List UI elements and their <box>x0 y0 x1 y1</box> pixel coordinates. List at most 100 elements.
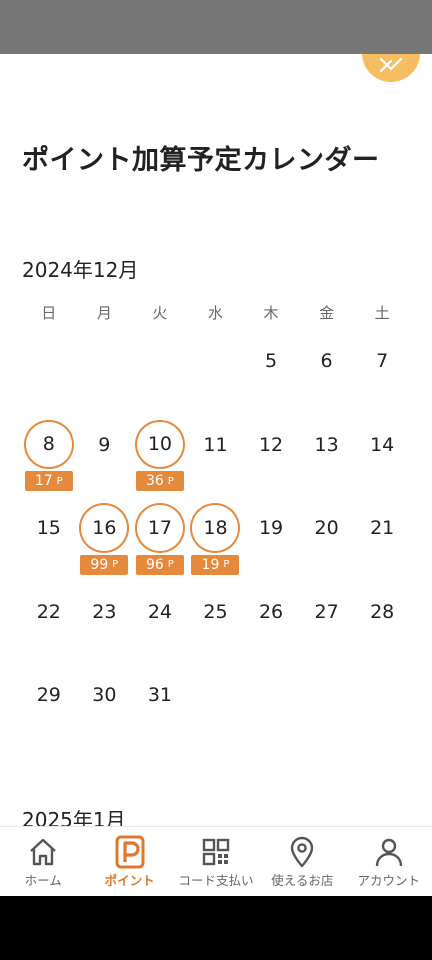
day-cell[interactable]: 13 <box>299 408 355 492</box>
day-cell[interactable]: 21 <box>354 491 410 575</box>
day-cell[interactable]: 20 <box>299 491 355 575</box>
day-number: 24 <box>147 600 172 623</box>
close-icon <box>379 58 403 72</box>
day-cell[interactable]: 17 96 P <box>132 491 188 575</box>
day-cell[interactable]: 25 <box>188 575 244 659</box>
day-cell[interactable]: 9 <box>77 408 133 492</box>
day-number: 8 <box>23 419 74 470</box>
day-number: 31 <box>147 684 172 707</box>
nav-item-qr-code[interactable]: コード支払い <box>173 827 259 896</box>
weekday-label: 水 <box>207 304 223 322</box>
day-cell[interactable]: 10 36 P <box>132 408 188 492</box>
points-value: 17 <box>34 473 53 490</box>
day-cell[interactable]: 15 <box>21 491 77 575</box>
system-navigation-bar <box>0 896 432 960</box>
day-number: 10 <box>134 419 185 470</box>
empty-day-cell <box>77 324 133 408</box>
day-number: 12 <box>258 433 284 456</box>
weekday-label: 火 <box>152 304 168 322</box>
day-number: 22 <box>36 600 61 623</box>
day-number: 18 <box>190 503 241 553</box>
day-cell[interactable]: 18 19 P <box>188 491 244 575</box>
status-bar <box>0 0 432 54</box>
day-cell[interactable]: 5 <box>243 324 299 408</box>
points-unit: P <box>167 559 174 571</box>
day-cell[interactable]: 29 <box>21 658 77 742</box>
bottom-navigation: ホーム ポイント コード支払い 使えるお店 アカウント <box>0 826 432 896</box>
day-cell[interactable]: 7 <box>354 324 410 408</box>
day-cell[interactable]: 16 99 P <box>77 491 133 575</box>
day-number: 26 <box>258 600 284 623</box>
points-value: 36 <box>145 473 164 490</box>
nav-item-label: コード支払い <box>178 873 254 888</box>
points-value: 99 <box>90 556 109 573</box>
qr-code-icon <box>202 838 230 866</box>
day-cell[interactable]: 31 <box>132 658 188 742</box>
month-title-next: 2025年1月 <box>22 808 126 826</box>
day-cell[interactable]: 28 <box>354 575 410 659</box>
points-unit: P <box>167 475 174 487</box>
nav-item-point[interactable]: ポイント <box>86 827 172 896</box>
nav-item-label: ポイント <box>104 873 155 888</box>
day-number: 14 <box>370 433 395 456</box>
points-unit: P <box>112 559 119 571</box>
day-cell[interactable]: 24 <box>132 575 188 659</box>
day-number: 17 <box>134 503 185 553</box>
day-cell[interactable]: 8 17 P <box>21 408 77 492</box>
day-number: 16 <box>79 503 130 553</box>
empty-day-cell <box>188 324 244 408</box>
day-number: 5 <box>264 350 278 372</box>
day-number: 7 <box>376 350 389 372</box>
calendar-sheet: ポイント加算予定カレンダー 2024年12月 日月火水木金土 5 6 7 8 17 P 9 1… <box>0 54 432 826</box>
day-number: 30 <box>92 684 117 707</box>
day-number: 25 <box>203 600 228 623</box>
account-icon <box>375 838 402 867</box>
weekday-label: 金 <box>319 304 335 322</box>
day-number: 6 <box>320 350 333 372</box>
page-title: ポイント加算予定カレンダー <box>22 145 380 176</box>
nav-item-location-pin[interactable]: 使えるお店 <box>259 827 345 896</box>
day-number: 15 <box>36 517 61 540</box>
points-badge: 96 P <box>135 554 184 575</box>
points-badge: 99 P <box>80 554 129 575</box>
weekday-label: 日 <box>41 304 57 322</box>
calendar-grid: 5 6 7 8 17 P 9 10 36 P 11 12 13 14 15 16 99 P 17 96 P 18 19 P 19… <box>21 324 410 742</box>
points-value: 96 <box>145 556 164 573</box>
home-icon <box>30 838 56 866</box>
day-number: 28 <box>370 600 395 623</box>
day-cell[interactable]: 12 <box>243 408 299 492</box>
point-icon <box>115 835 145 869</box>
day-number: 23 <box>92 600 117 623</box>
weekday-label: 土 <box>374 304 390 322</box>
location-pin-icon <box>291 836 314 868</box>
day-number: 13 <box>314 433 339 456</box>
empty-day-cell <box>21 324 77 408</box>
points-unit: P <box>56 475 63 487</box>
day-cell[interactable]: 27 <box>299 575 355 659</box>
month-title: 2024年12月 <box>22 258 139 282</box>
day-number: 27 <box>314 600 339 623</box>
day-cell[interactable]: 19 <box>243 491 299 575</box>
day-number: 21 <box>370 517 395 540</box>
points-badge: 19 P <box>191 554 240 575</box>
nav-item-home[interactable]: ホーム <box>0 827 86 896</box>
nav-item-account[interactable]: アカウント <box>346 827 432 896</box>
nav-item-label: アカウント <box>357 873 421 888</box>
points-value: 19 <box>201 556 220 573</box>
day-cell[interactable]: 30 <box>77 658 133 742</box>
day-cell[interactable]: 23 <box>77 575 133 659</box>
day-cell[interactable]: 22 <box>21 575 77 659</box>
day-cell[interactable]: 11 <box>188 408 244 492</box>
day-cell[interactable]: 6 <box>299 324 355 408</box>
close-button[interactable] <box>362 54 420 82</box>
day-cell[interactable]: 14 <box>354 408 410 492</box>
empty-day-cell <box>132 324 188 408</box>
weekday-label: 月 <box>96 304 112 322</box>
day-number: 9 <box>98 433 111 456</box>
nav-item-label: ホーム <box>24 873 62 888</box>
nav-item-label: 使えるお店 <box>271 873 334 888</box>
weekday-label: 木 <box>263 304 279 322</box>
day-number: 29 <box>36 684 61 707</box>
day-number: 11 <box>203 433 228 456</box>
day-cell[interactable]: 26 <box>243 575 299 659</box>
